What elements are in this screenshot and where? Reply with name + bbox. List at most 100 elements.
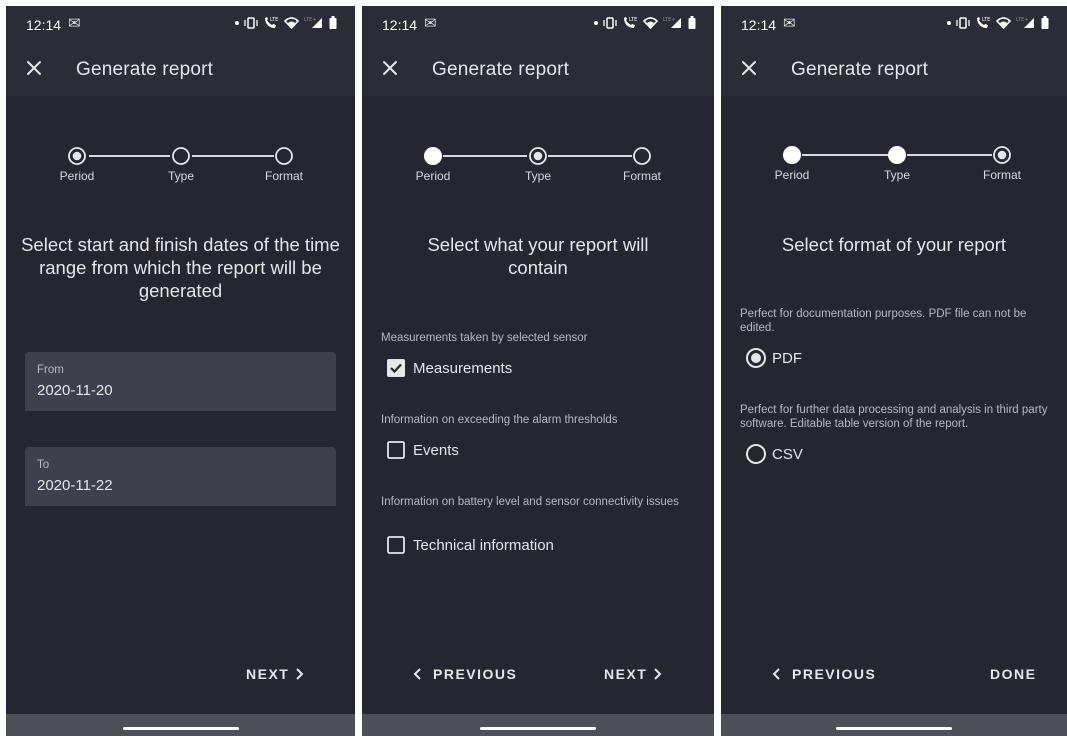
from-date-field[interactable]: From 2020-11-20: [25, 352, 336, 411]
svg-text:LTE: LTE: [270, 17, 278, 23]
wifi-icon: [996, 16, 1011, 29]
step-label: Type: [167, 169, 194, 183]
checkbox-checked-icon: [387, 359, 405, 377]
dot-icon: [947, 20, 951, 25]
technical-information-checkbox[interactable]: Technical information: [386, 535, 554, 555]
status-bar: 12:14 ✉ LTE LTE+: [721, 6, 1067, 42]
close-icon[interactable]: [378, 56, 402, 80]
step-period: Period: [762, 145, 822, 182]
radio-empty-icon: [746, 444, 766, 464]
previous-button[interactable]: PREVIOUS: [767, 666, 876, 682]
events-checkbox[interactable]: Events: [386, 440, 459, 460]
done-label: DONE: [990, 666, 1037, 682]
step-label: Type: [883, 168, 910, 182]
app-bar: Generate report: [6, 42, 355, 96]
gesture-nav-bar: [362, 714, 714, 736]
previous-label: PREVIOUS: [792, 666, 877, 682]
status-icons: LTE LTE+: [947, 16, 1049, 29]
field-value: 2020-11-20: [37, 382, 113, 399]
previous-button[interactable]: PREVIOUS: [408, 666, 517, 682]
option-description: Perfect for further data processing and …: [740, 404, 1048, 430]
lte-call-icon: LTE: [624, 17, 637, 28]
step-prompt: Select format of your report: [781, 234, 1007, 255]
page-title: Generate report: [432, 59, 570, 80]
lte-call-icon: LTE: [977, 17, 990, 28]
svg-text:LTE: LTE: [629, 17, 637, 23]
step-label: Format: [982, 168, 1021, 182]
step-type: Type: [867, 145, 927, 182]
step-done-icon: [783, 146, 801, 164]
dot-icon: [235, 20, 239, 25]
close-icon[interactable]: [737, 56, 761, 80]
vibrate-icon: [956, 16, 970, 29]
battery-icon: [329, 16, 337, 29]
step-done-icon: [888, 146, 906, 164]
step-label: Period: [59, 169, 95, 183]
previous-label: PREVIOUS: [433, 666, 518, 682]
svg-text:LTE: LTE: [982, 17, 990, 23]
option-description: Perfect for documentation purposes. PDF …: [740, 308, 1027, 334]
pdf-radio[interactable]: PDF: [745, 347, 802, 369]
app-bar: Generate report: [362, 42, 714, 96]
next-button[interactable]: NEXT: [246, 666, 309, 682]
radio-empty-icon: [633, 147, 651, 165]
vibrate-icon: [244, 16, 258, 29]
status-time: 12:14: [741, 17, 777, 33]
status-icons: LTE LTE+: [594, 16, 696, 29]
svg-text:LTE+: LTE+: [304, 17, 317, 23]
screen-period: 12:14 ✉ LTE LTE+ Generate report Period …: [6, 6, 355, 736]
done-button[interactable]: DONE: [990, 666, 1036, 682]
option-description: Information on battery level and sensor …: [381, 496, 679, 508]
screen-type: 12:14 ✉ LTE LTE+ Generate report Period …: [362, 6, 714, 736]
option-label: Events: [413, 441, 459, 459]
page-title: Generate report: [76, 59, 214, 80]
svg-text:LTE+: LTE+: [663, 17, 676, 23]
close-icon[interactable]: [22, 56, 46, 80]
status-bar: 12:14 ✉ LTE LTE+: [6, 6, 355, 42]
field-label: From: [37, 364, 64, 376]
measurements-checkbox[interactable]: Measurements: [386, 358, 512, 378]
page-title: Generate report: [791, 59, 929, 80]
step-done-icon: [424, 147, 442, 165]
home-handle[interactable]: [122, 727, 239, 730]
radio-empty-icon: [172, 147, 190, 165]
next-button[interactable]: NEXT: [604, 666, 667, 682]
status-bar: 12:14 ✉ LTE LTE+: [362, 6, 714, 42]
chevron-right-icon: [654, 668, 662, 680]
checkbox-empty-icon: [387, 441, 405, 459]
step-format: Format: [612, 146, 672, 183]
step-format: Format: [254, 146, 314, 183]
step-prompt: Select start and finish dates of the tim…: [21, 234, 340, 301]
signal-icon: LTE+: [1016, 17, 1034, 28]
signal-icon: LTE+: [304, 17, 322, 28]
option-label: Technical information: [413, 536, 554, 554]
option-label: CSV: [772, 445, 803, 463]
to-date-field[interactable]: To 2020-11-22: [25, 447, 336, 506]
signal-icon: LTE+: [663, 17, 681, 28]
option-description: Measurements taken by selected sensor: [381, 332, 588, 344]
gesture-nav-bar: [6, 714, 355, 736]
stepper: Period Type Format: [362, 146, 714, 190]
next-label: NEXT: [246, 666, 290, 682]
wifi-icon: [643, 16, 658, 29]
app-bar: Generate report: [721, 42, 1067, 96]
step-label: Period: [774, 168, 810, 182]
chevron-left-icon: [413, 668, 421, 680]
step-label: Format: [264, 169, 303, 183]
gmail-icon: ✉: [68, 15, 81, 32]
radio-selected-icon: [68, 147, 86, 165]
step-period: Period: [403, 146, 463, 183]
stepper: Period Type Format: [6, 146, 355, 190]
step-label: Type: [524, 169, 551, 183]
step-label: Period: [415, 169, 451, 183]
radio-selected-icon: [993, 146, 1011, 164]
radio-selected-icon: [746, 348, 766, 368]
step-format: Format: [972, 145, 1032, 182]
home-handle[interactable]: [480, 727, 596, 730]
step-prompt: Select what your report will contain: [427, 234, 649, 278]
home-handle[interactable]: [836, 727, 952, 730]
step-type: Type: [508, 146, 568, 183]
csv-radio[interactable]: CSV: [745, 443, 803, 465]
step-label: Format: [622, 169, 661, 183]
next-label: NEXT: [604, 666, 648, 682]
